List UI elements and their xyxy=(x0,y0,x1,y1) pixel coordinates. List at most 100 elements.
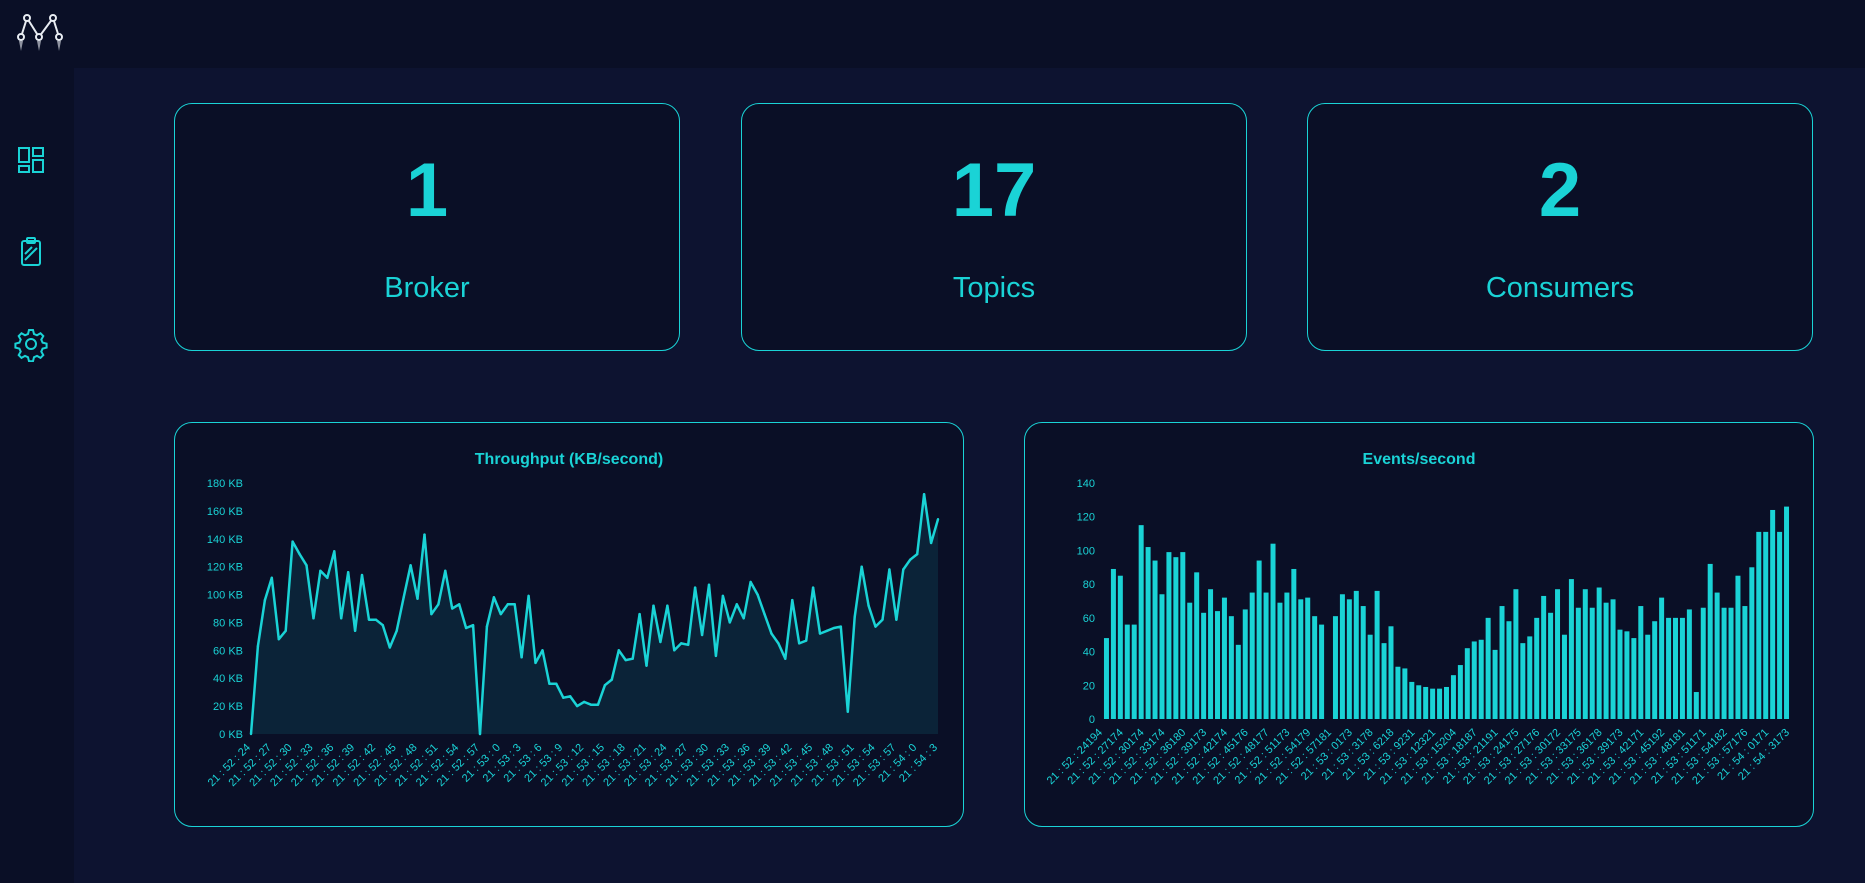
events-bar[interactable] xyxy=(1187,602,1193,719)
broker-stat-card[interactable]: 1 Broker xyxy=(174,103,680,351)
events-bar[interactable] xyxy=(1284,592,1290,719)
events-bar[interactable] xyxy=(1693,692,1699,719)
events-bar[interactable] xyxy=(1686,609,1692,719)
events-bar[interactable] xyxy=(1624,631,1630,719)
events-bar[interactable] xyxy=(1312,616,1318,719)
consumers-stat-card[interactable]: 2 Consumers xyxy=(1307,103,1813,351)
events-bar[interactable] xyxy=(1763,531,1769,719)
events-bar[interactable] xyxy=(1152,560,1158,719)
dashboard-icon[interactable] xyxy=(13,142,49,178)
events-bar[interactable] xyxy=(1319,624,1325,719)
events-bar[interactable] xyxy=(1332,616,1338,719)
events-bar[interactable] xyxy=(1374,590,1380,719)
events-bar[interactable] xyxy=(1603,602,1609,719)
events-bar[interactable] xyxy=(1180,552,1186,719)
events-bar[interactable] xyxy=(1679,617,1685,719)
events-bar[interactable] xyxy=(1242,609,1248,719)
events-bar[interactable] xyxy=(1457,665,1463,719)
events-bar[interactable] xyxy=(1478,639,1484,719)
events-bar[interactable] xyxy=(1513,589,1519,719)
events-bar[interactable] xyxy=(1117,575,1123,719)
events-bar[interactable] xyxy=(1499,606,1505,719)
app-logo[interactable] xyxy=(14,4,66,54)
events-bar[interactable] xyxy=(1166,552,1172,719)
events-bar[interactable] xyxy=(1700,607,1706,719)
events-bar[interactable] xyxy=(1228,616,1234,719)
events-bar[interactable] xyxy=(1631,638,1637,719)
events-bar[interactable] xyxy=(1353,590,1359,719)
events-bar[interactable] xyxy=(1673,617,1678,719)
events-bar[interactable] xyxy=(1423,686,1429,719)
events-bar[interactable] xyxy=(1159,594,1165,719)
events-bar[interactable] xyxy=(1173,557,1179,719)
events-bar[interactable] xyxy=(1416,685,1422,719)
events-bar[interactable] xyxy=(1548,612,1554,719)
events-bar[interactable] xyxy=(1103,638,1109,719)
events-bar[interactable] xyxy=(1534,617,1540,719)
events-bar[interactable] xyxy=(1256,560,1262,719)
events-bar[interactable] xyxy=(1485,617,1491,719)
events-bar[interactable] xyxy=(1263,592,1269,719)
events-bar[interactable] xyxy=(1527,636,1533,719)
events-bar[interactable] xyxy=(1110,568,1116,719)
events-bar[interactable] xyxy=(1277,602,1283,719)
events-bar[interactable] xyxy=(1770,509,1776,719)
events-bar[interactable] xyxy=(1589,607,1595,719)
events-bar[interactable] xyxy=(1298,599,1304,719)
events-bar[interactable] xyxy=(1742,606,1748,719)
clipboard-icon[interactable] xyxy=(13,234,49,270)
events-bar[interactable] xyxy=(1756,531,1762,719)
events-bar[interactable] xyxy=(1471,641,1477,719)
events-bar[interactable] xyxy=(1645,634,1651,719)
events-bar[interactable] xyxy=(1652,621,1658,719)
events-bar[interactable] xyxy=(1367,634,1373,719)
events-bar[interactable] xyxy=(1339,594,1345,719)
events-bar[interactable] xyxy=(1444,686,1449,719)
gear-icon[interactable] xyxy=(13,326,49,362)
events-bar[interactable] xyxy=(1555,589,1561,719)
events-bar[interactable] xyxy=(1638,606,1644,719)
topics-stat-card[interactable]: 17 Topics xyxy=(741,103,1247,351)
events-bar[interactable] xyxy=(1714,592,1720,719)
events-bar[interactable] xyxy=(1617,629,1623,719)
events-bar[interactable] xyxy=(1707,563,1713,719)
events-bar[interactable] xyxy=(1131,624,1137,719)
events-bar[interactable] xyxy=(1138,525,1144,719)
events-bar[interactable] xyxy=(1506,621,1512,719)
events-bar[interactable] xyxy=(1541,595,1547,719)
events-bar[interactable] xyxy=(1582,589,1588,719)
events-bar[interactable] xyxy=(1145,547,1151,719)
events-bar[interactable] xyxy=(1291,568,1297,719)
events-bar[interactable] xyxy=(1270,543,1276,719)
events-bar[interactable] xyxy=(1735,575,1741,719)
events-bar[interactable] xyxy=(1249,592,1255,719)
events-bar[interactable] xyxy=(1464,648,1470,719)
events-bar[interactable] xyxy=(1381,643,1387,719)
events-bar[interactable] xyxy=(1437,688,1443,719)
events-bar[interactable] xyxy=(1777,531,1783,719)
events-bar[interactable] xyxy=(1596,587,1602,719)
events-bar[interactable] xyxy=(1402,668,1408,719)
events-bar[interactable] xyxy=(1124,624,1130,719)
events-bar[interactable] xyxy=(1430,688,1436,719)
events-bar[interactable] xyxy=(1201,612,1207,719)
events-bar[interactable] xyxy=(1305,597,1311,719)
events-bar[interactable] xyxy=(1568,579,1574,719)
events-bar[interactable] xyxy=(1409,681,1415,719)
events-bar[interactable] xyxy=(1388,626,1394,719)
events-bar[interactable] xyxy=(1346,599,1352,719)
events-bar[interactable] xyxy=(1492,649,1498,719)
events-bar[interactable] xyxy=(1784,506,1790,719)
events-bar[interactable] xyxy=(1221,597,1227,719)
events-bar[interactable] xyxy=(1208,589,1214,719)
events-bar[interactable] xyxy=(1749,567,1755,719)
events-bar[interactable] xyxy=(1450,675,1456,719)
events-bar[interactable] xyxy=(1194,572,1200,719)
events-bar[interactable] xyxy=(1666,617,1672,719)
events-bar[interactable] xyxy=(1610,599,1616,719)
events-bar[interactable] xyxy=(1215,611,1220,719)
events-bar[interactable] xyxy=(1575,607,1581,719)
events-bar[interactable] xyxy=(1721,607,1727,719)
events-bar[interactable] xyxy=(1561,634,1567,719)
events-bar[interactable] xyxy=(1395,666,1401,719)
